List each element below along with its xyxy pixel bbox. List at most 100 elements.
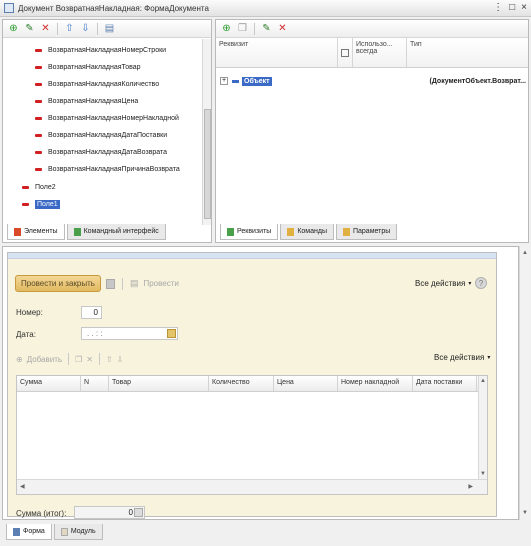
table-icon — [341, 48, 349, 57]
delete-row-icon[interactable]: ✕ — [86, 355, 93, 364]
move-down-icon[interactable]: ⇩ — [117, 355, 124, 364]
tab-label: Элементы — [24, 228, 58, 235]
parameters-icon — [342, 227, 350, 236]
more-icon[interactable]: ⋮ — [493, 2, 503, 13]
tab-commands[interactable]: Команды — [280, 224, 334, 240]
total-field: 0 — [74, 506, 145, 519]
scrollbar-thumb[interactable] — [204, 109, 211, 219]
calendar-icon[interactable] — [167, 329, 176, 338]
add-row-button[interactable]: Добавить — [27, 355, 62, 364]
tree-item[interactable]: Поле2 — [22, 179, 56, 196]
tree-item[interactable]: ВозвратнаяНакладнаяПричинаВозврата — [35, 161, 180, 178]
table-vertical-scrollbar[interactable]: ▲ ▼ — [478, 376, 487, 479]
goods-table-header: Сумма N Товар Количество Цена Номер накл… — [17, 376, 487, 392]
add-green-icon[interactable]: ⊕ — [7, 22, 20, 35]
scroll-down-icon[interactable]: ▼ — [522, 510, 528, 516]
tree-item-label: Поле2 — [35, 184, 56, 191]
editor-tabs: Форма Модуль — [6, 524, 103, 540]
scroll-left-icon[interactable]: ◀ — [20, 483, 25, 490]
tree-item[interactable]: ВозвратнаяНакладнаяДатаПоставки — [35, 127, 167, 144]
form-header-strip — [8, 253, 496, 259]
elements-scrollbar[interactable] — [202, 39, 211, 225]
tree-item-label: ВозвратнаяНакладнаяКоличество — [48, 81, 160, 88]
delete-icon[interactable]: ✕ — [39, 22, 52, 35]
column-header[interactable]: Количество — [209, 376, 274, 391]
table-horizontal-scrollbar[interactable]: ◀ ▶ — [17, 479, 487, 494]
commands-icon — [287, 227, 295, 236]
help-button[interactable]: ? — [475, 277, 487, 289]
expand-icon[interactable]: + — [220, 77, 228, 85]
toolbar-separator — [57, 22, 58, 35]
date-field[interactable]: . . : : — [81, 327, 178, 340]
tab-elements[interactable]: Элементы — [7, 224, 65, 240]
tree-item[interactable]: ВозвратнаяНакладнаяЦена — [35, 93, 138, 110]
column-header-always-use[interactable]: Использо... всегда — [353, 38, 407, 67]
column-header[interactable]: Цена — [274, 376, 338, 391]
tree-item[interactable]: ВозвратнаяНакладнаяНомерНакладной — [35, 110, 179, 127]
toolbar-separator — [97, 22, 98, 35]
delete-icon[interactable]: ✕ — [276, 22, 289, 35]
copy-icon[interactable]: ❐ — [236, 22, 249, 35]
tree-item[interactable]: ВозвратнаяНакладнаяТовар — [35, 59, 141, 76]
field-icon — [35, 100, 42, 103]
tree-item[interactable]: ВозвратнаяНакладнаяКоличество — [35, 76, 159, 93]
tab-label: Параметры — [352, 228, 391, 235]
form-properties-icon[interactable]: ▤ — [103, 22, 116, 35]
column-header-attribute[interactable]: Реквизит — [216, 38, 338, 67]
tree-item[interactable]: ВозвратнаяНакладнаяДатаВозврата — [35, 144, 167, 161]
edit-pencil-icon[interactable]: ✎ — [23, 22, 36, 35]
goods-table[interactable]: Сумма N Товар Количество Цена Номер накл… — [16, 375, 488, 495]
save-icon[interactable] — [105, 278, 115, 289]
scroll-right-icon[interactable]: ▶ — [468, 483, 473, 490]
edit-pencil-icon[interactable]: ✎ — [260, 22, 273, 35]
field-icon — [22, 203, 29, 206]
post-icon[interactable]: ▤ — [130, 278, 139, 289]
move-up-icon[interactable]: ⇧ — [106, 355, 113, 364]
column-header[interactable]: Товар — [109, 376, 209, 391]
column-header[interactable]: Дата поставки — [413, 376, 477, 391]
chevron-down-icon: ▾ — [487, 355, 491, 361]
scroll-up-icon[interactable]: ▲ — [522, 250, 528, 256]
scroll-down-icon[interactable]: ▼ — [480, 471, 486, 477]
preview-scrollbar[interactable]: ▲ ▼ — [519, 246, 530, 520]
attribute-row[interactable]: + Объект (ДокументОбъект.Возврат... — [220, 73, 526, 89]
column-header[interactable]: Номер накладной — [338, 376, 413, 391]
form-preview: Провести и закрыть ▤ Провести Все действ… — [7, 252, 497, 519]
all-actions-label: Все действия — [415, 279, 466, 288]
close-icon[interactable]: × — [521, 2, 527, 13]
scroll-up-icon[interactable]: ▲ — [480, 378, 486, 384]
copy-row-icon[interactable]: ❐ — [75, 355, 82, 364]
attributes-header: Реквизит Использо... всегда Тип — [216, 38, 528, 68]
tree-item[interactable]: ВозвратнаяНакладнаяНомерСтроки — [35, 42, 166, 59]
add-row-icon[interactable]: ⊕ — [16, 355, 23, 364]
tab-form[interactable]: Форма — [6, 524, 52, 540]
maximize-icon[interactable]: □ — [509, 2, 515, 13]
date-label: Дата: — [16, 330, 36, 339]
move-up-icon[interactable]: ⇧ — [63, 22, 76, 35]
tree-item-label: ВозвратнаяНакладнаяЦена — [48, 98, 139, 105]
all-actions-menu[interactable]: Все действия ▾ — [415, 279, 471, 288]
tab-command-interface[interactable]: Командный интерфейс — [66, 224, 166, 240]
toolbar-separator — [254, 22, 255, 35]
attributes-pane: ⊕ ❐ ✎ ✕ Реквизит Использо... всегда Тип … — [215, 19, 529, 243]
tab-label: Форма — [23, 528, 45, 535]
elements-tabs: Элементы Командный интерфейс — [7, 224, 166, 240]
tree-item-selected[interactable]: Поле1 — [22, 196, 60, 213]
move-down-icon[interactable]: ⇩ — [79, 22, 92, 35]
table-all-actions-menu[interactable]: Все действия ▾ — [434, 353, 490, 362]
column-header[interactable]: N — [81, 376, 109, 391]
help-icon: ? — [478, 278, 484, 288]
tab-label: Команды — [297, 228, 327, 235]
toolbar-separator — [121, 277, 123, 290]
post-and-close-button[interactable]: Провести и закрыть — [15, 275, 101, 292]
column-header-type[interactable]: Тип — [407, 38, 528, 67]
add-attribute-icon[interactable]: ⊕ — [220, 22, 233, 35]
tab-module[interactable]: Модуль — [53, 524, 103, 540]
tab-parameters[interactable]: Параметры — [335, 224, 398, 240]
post-button[interactable]: Провести — [143, 279, 178, 288]
column-header[interactable]: Сумма — [17, 376, 81, 391]
number-field[interactable]: 0 — [81, 306, 102, 319]
field-icon — [22, 186, 29, 189]
attributes-icon — [227, 227, 234, 236]
tab-attributes[interactable]: Реквизиты — [220, 224, 279, 240]
